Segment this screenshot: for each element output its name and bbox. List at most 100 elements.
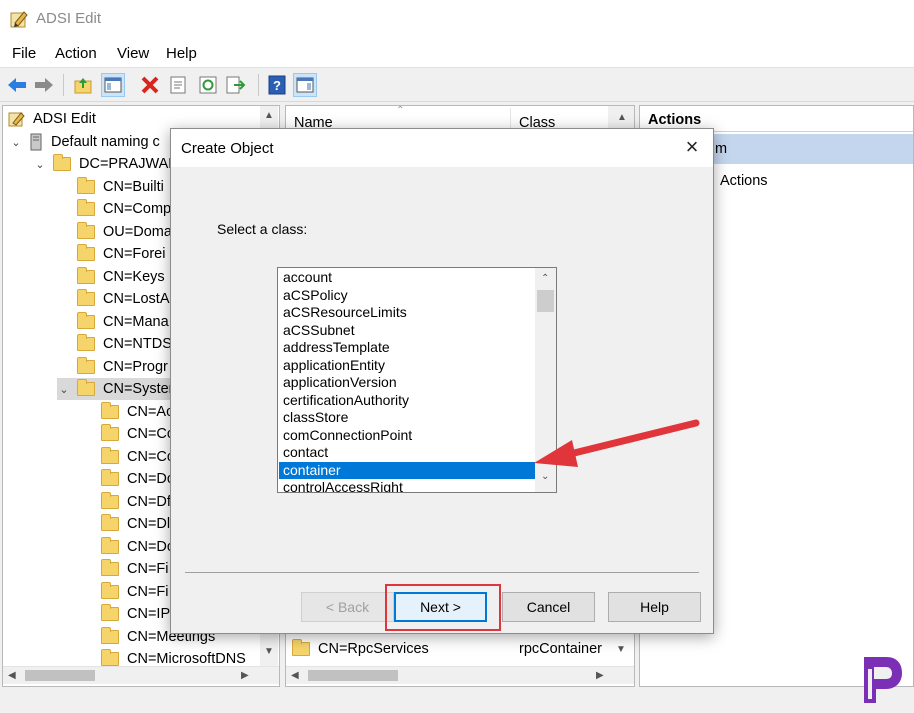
refresh-icon[interactable] <box>196 73 220 97</box>
tree-item[interactable]: CN=Cc <box>101 446 174 468</box>
tree-horizontal-scrollbar[interactable]: ◀ ▶ <box>3 666 279 684</box>
tree-item[interactable]: CN=Comp <box>77 198 171 220</box>
properties-icon[interactable] <box>166 73 190 97</box>
folder-icon <box>101 514 119 531</box>
tree-item[interactable]: CN=Df <box>101 491 171 513</box>
export-list-icon[interactable] <box>224 73 248 97</box>
folder-icon <box>53 154 71 171</box>
class-item[interactable]: comConnectionPoint <box>279 427 535 445</box>
tree-item-label: CN=Comp <box>103 201 172 217</box>
tree-naming-context[interactable]: ⌄ Default naming c <box>9 131 160 153</box>
class-item[interactable]: aCSSubnet <box>279 322 535 340</box>
dialog-title-bar: Create Object × <box>171 129 713 167</box>
annotation-arrow-icon <box>534 419 700 467</box>
scroll-right-icon[interactable]: ▶ <box>596 670 604 681</box>
tree-item[interactable]: CN=Fi <box>101 581 169 603</box>
tree-item[interactable]: CN=NTDS <box>77 333 172 355</box>
class-item[interactable]: applicationVersion <box>279 374 535 392</box>
class-item[interactable]: aCSPolicy <box>279 287 535 305</box>
class-item[interactable]: controlAccessRight <box>279 479 535 492</box>
up-folder-icon[interactable] <box>71 73 95 97</box>
tree-item[interactable]: CN=Forei <box>77 243 165 265</box>
show-hide-action-pane-icon[interactable] <box>293 73 317 97</box>
svg-text:?: ? <box>273 78 281 93</box>
back-button[interactable]: < Back <box>301 592 394 622</box>
tree-item[interactable]: CN=IP <box>101 603 170 625</box>
tree-root[interactable]: ADSI Edit <box>7 108 96 130</box>
scroll-left-icon[interactable]: ◀ <box>291 670 299 681</box>
help-button[interactable]: Help <box>608 592 701 622</box>
back-arrow-icon[interactable] <box>5 73 29 97</box>
tree-item[interactable]: CN=Keys <box>77 266 165 288</box>
tree-domain[interactable]: ⌄ DC=PRAJWAL <box>33 153 176 175</box>
cancel-button[interactable]: Cancel <box>502 592 595 622</box>
class-listbox[interactable]: account aCSPolicy aCSResourceLimits aCSS… <box>277 267 557 493</box>
folder-icon <box>101 537 119 554</box>
tree-item-label: CN=Progr <box>103 359 168 375</box>
folder-icon <box>77 379 95 396</box>
scrollbar-thumb[interactable] <box>308 670 398 681</box>
tree-item[interactable]: OU=Doma <box>77 221 172 243</box>
tree-item[interactable]: CN=Progr <box>77 356 168 378</box>
class-item[interactable]: contact <box>279 444 535 462</box>
menu-help[interactable]: Help <box>166 45 197 62</box>
adsi-edit-icon <box>8 112 25 127</box>
show-hide-tree-icon[interactable] <box>101 73 125 97</box>
tree-item[interactable]: CN=Cc <box>101 423 174 445</box>
scroll-left-icon[interactable]: ◀ <box>8 670 16 681</box>
tree-item[interactable]: CN=LostA <box>77 288 170 310</box>
class-item[interactable]: aCSResourceLimits <box>279 304 535 322</box>
class-item[interactable]: applicationEntity <box>279 357 535 375</box>
help-icon[interactable]: ? <box>265 73 289 97</box>
annotation-highlight-box <box>385 584 501 631</box>
scroll-down-icon[interactable]: ▼ <box>264 646 274 657</box>
brand-logo-icon <box>864 657 902 703</box>
menu-bar: File Action View Help <box>0 38 914 68</box>
folder-icon <box>77 199 95 216</box>
folder-icon <box>101 582 119 599</box>
menu-view[interactable]: View <box>117 45 149 62</box>
scroll-right-icon[interactable]: ▶ <box>241 670 249 681</box>
menu-action[interactable]: Action <box>55 45 97 62</box>
create-object-dialog: Create Object × Select a class: account … <box>170 128 714 634</box>
delete-icon[interactable] <box>138 73 162 97</box>
tree-item[interactable]: CN=Fi <box>101 558 169 580</box>
class-item[interactable]: certificationAuthority <box>279 392 535 410</box>
class-item[interactable]: classStore <box>279 409 535 427</box>
scrollbar-thumb[interactable] <box>537 290 554 312</box>
close-icon[interactable]: × <box>679 136 705 159</box>
tree-item[interactable]: CN=Ac <box>101 401 173 423</box>
list-row[interactable]: CN=RpcServices <box>292 638 429 660</box>
scroll-up-icon[interactable]: ▲ <box>617 112 627 123</box>
class-item-selected[interactable]: container <box>279 461 535 479</box>
tree-item-label: CN=Mana <box>103 314 169 330</box>
tree-item[interactable]: CN=Builti <box>77 176 164 198</box>
menu-file[interactable]: File <box>12 45 36 62</box>
class-item[interactable]: account <box>279 269 535 287</box>
tree-item-label: CN=NTDS <box>103 336 172 352</box>
chevron-down-icon[interactable]: ⌄ <box>57 383 71 396</box>
tree-item[interactable]: CN=Dc <box>101 536 174 558</box>
class-item[interactable]: addressTemplate <box>279 339 535 357</box>
tree-item[interactable]: CN=Dl <box>101 513 170 535</box>
select-class-label: Select a class: <box>217 221 308 237</box>
scroll-up-icon[interactable]: ▲ <box>264 110 274 121</box>
folder-icon <box>77 289 95 306</box>
scroll-down-icon[interactable]: ▼ <box>616 644 626 655</box>
scroll-up-icon[interactable]: ⌃ <box>541 273 549 284</box>
chevron-down-icon[interactable]: ⌄ <box>33 158 47 171</box>
scrollbar-thumb[interactable] <box>25 670 95 681</box>
tree-item-label: CN=LostA <box>103 291 170 307</box>
folder-icon <box>101 402 119 419</box>
tree-root-label: ADSI Edit <box>33 111 96 127</box>
dialog-title: Create Object <box>181 140 274 157</box>
folder-icon <box>77 222 95 239</box>
actions-selected-label: m <box>715 141 728 157</box>
chevron-down-icon[interactable]: ⌄ <box>9 136 23 149</box>
forward-arrow-icon[interactable] <box>32 73 56 97</box>
tree-item[interactable]: CN=Dc <box>101 468 174 490</box>
folder-icon <box>77 267 95 284</box>
tree-item[interactable]: CN=Mana <box>77 311 169 333</box>
more-actions-link[interactable]: Actions <box>720 173 768 189</box>
list-horizontal-scrollbar[interactable]: ◀ ▶ <box>286 666 634 684</box>
